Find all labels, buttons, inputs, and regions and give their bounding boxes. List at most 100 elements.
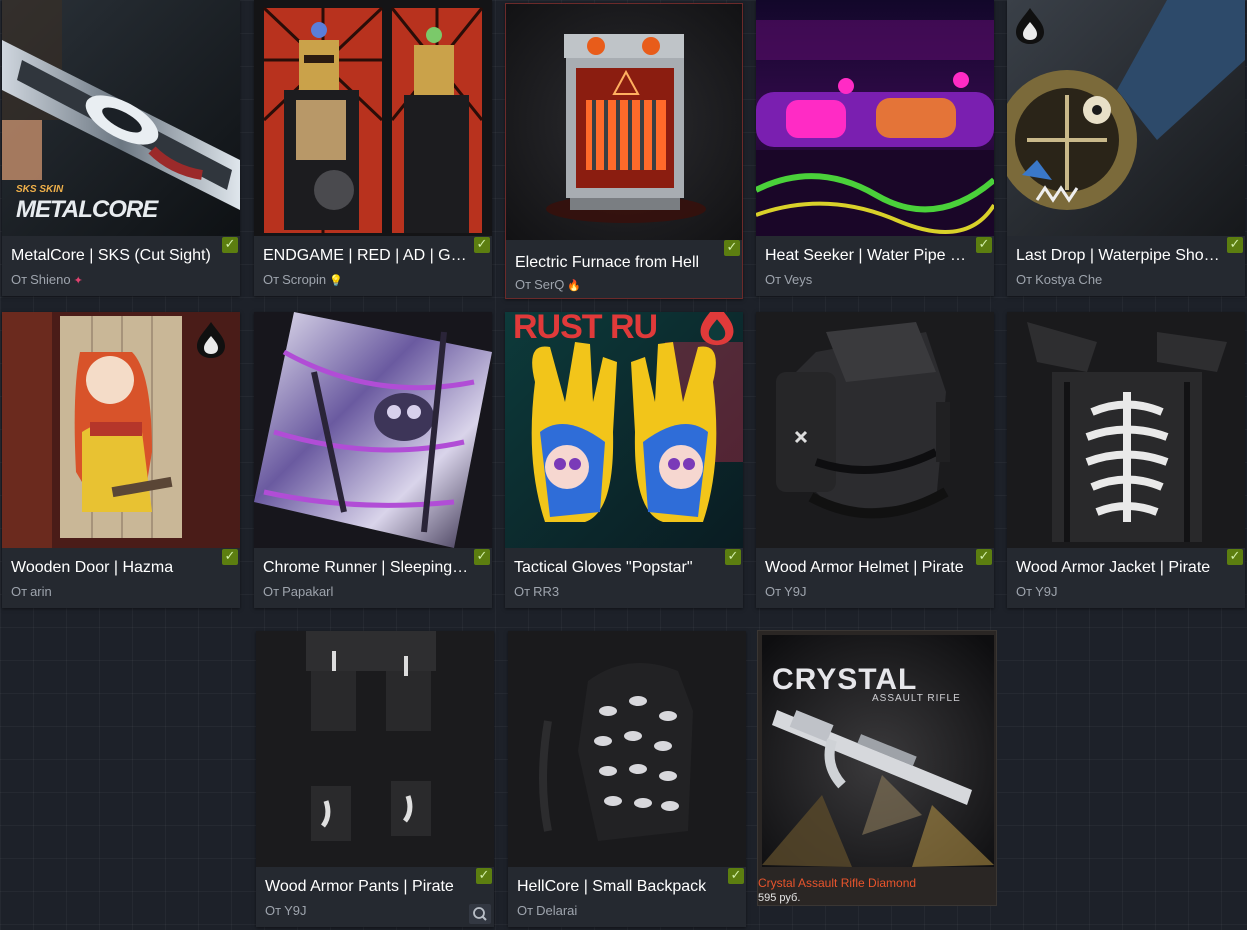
overlay-subtitle: ASSAULT RIFLE xyxy=(872,693,961,704)
author-name[interactable]: Y9J xyxy=(1035,584,1057,599)
author-badge-icon: ✦ xyxy=(73,275,83,287)
author-prefix: От xyxy=(514,584,531,599)
item-thumbnail[interactable]: SKS SKIN METALCORE xyxy=(2,0,240,236)
author-name[interactable]: Scropin xyxy=(282,272,326,287)
author-prefix: От xyxy=(517,903,534,918)
author-prefix: От xyxy=(263,272,280,287)
wood-armor-pants-image xyxy=(256,631,494,867)
author-name[interactable]: Papakarl xyxy=(282,584,333,599)
workshop-item-7[interactable]: ✓ Chrome Runner | Sleeping… От Papakarl xyxy=(254,312,492,608)
accepted-check-icon: ✓ xyxy=(222,237,238,253)
author-prefix: От xyxy=(11,272,28,287)
rust-flame-logo-icon xyxy=(1016,8,1044,44)
item-title[interactable]: Electric Furnace from Hell xyxy=(515,254,727,272)
item-thumbnail[interactable]: RUST RU xyxy=(505,312,743,548)
accepted-check-icon: ✓ xyxy=(476,868,492,884)
item-thumbnail[interactable] xyxy=(256,631,494,867)
author-name[interactable]: Delarai xyxy=(536,903,577,918)
author-name[interactable]: RR3 xyxy=(533,584,559,599)
item-title[interactable]: Wood Armor Jacket | Pirate xyxy=(1016,559,1228,577)
author-prefix: От xyxy=(765,272,782,287)
accepted-check-icon: ✓ xyxy=(222,549,238,565)
item-thumbnail[interactable] xyxy=(254,0,492,236)
workshop-item-1[interactable]: SKS SKIN METALCORE ✓ MetalCore | SKS (Cu… xyxy=(2,0,240,296)
furnace-image xyxy=(506,4,742,240)
workshop-item-3[interactable]: ✓ Electric Furnace from Hell От SerQ 🔥 xyxy=(505,3,743,299)
item-author[interactable]: От Y9J xyxy=(1016,584,1057,599)
item-thumbnail[interactable] xyxy=(2,312,240,548)
item-title[interactable]: Tactical Gloves "Popstar" xyxy=(514,559,726,577)
author-prefix: От xyxy=(263,584,280,599)
item-title[interactable]: Heat Seeker | Water Pipe … xyxy=(765,247,977,265)
overlay-title: CRYSTAL xyxy=(772,663,918,696)
workshop-item-9[interactable]: ✓ Wood Armor Helmet | Pirate От Y9J xyxy=(756,312,994,608)
endgame-image xyxy=(254,0,492,236)
lightbulb-icon: 💡 xyxy=(329,275,343,287)
item-author[interactable]: От SerQ 🔥 xyxy=(515,277,581,292)
author-name[interactable]: arin xyxy=(30,584,52,599)
item-author[interactable]: От Papakarl xyxy=(263,584,333,599)
accepted-check-icon: ✓ xyxy=(1227,549,1243,565)
accepted-check-icon: ✓ xyxy=(725,549,741,565)
workshop-item-6[interactable]: ✓ Wooden Door | Hazma От arin xyxy=(2,312,240,608)
item-author[interactable]: От Y9J xyxy=(765,584,806,599)
accepted-check-icon: ✓ xyxy=(976,237,992,253)
item-author[interactable]: От Veys xyxy=(765,272,812,287)
overlay-watermark: RUST RU xyxy=(513,312,658,346)
item-thumbnail[interactable] xyxy=(1007,0,1245,236)
workshop-item-4[interactable]: ✓ Heat Seeker | Water Pipe … От Veys xyxy=(756,0,994,296)
wood-armor-helmet-image xyxy=(756,312,994,548)
item-author[interactable]: От Scropin 💡 xyxy=(263,272,343,287)
hellcore-backpack-image xyxy=(508,631,746,867)
item-author[interactable]: От arin xyxy=(11,584,52,599)
workshop-item-12[interactable]: ✓ HellCore | Small Backpack От Delarai xyxy=(508,631,746,927)
item-title[interactable]: Chrome Runner | Sleeping… xyxy=(263,559,475,577)
author-prefix: От xyxy=(265,903,282,918)
author-name[interactable]: SerQ xyxy=(534,277,564,292)
workshop-item-8[interactable]: RUST RU ✓ Tactical Gloves "Popstar" От RR… xyxy=(505,312,743,608)
item-author[interactable]: От Delarai xyxy=(517,903,577,918)
item-author[interactable]: От Kostya Che xyxy=(1016,272,1102,287)
flame-icon: 🔥 xyxy=(567,280,582,292)
item-author[interactable]: От Y9J xyxy=(265,903,306,918)
store-item[interactable]: CRYSTAL ASSAULT RIFLE Crystal Assault Ri… xyxy=(757,630,997,906)
item-thumbnail[interactable] xyxy=(1007,312,1245,548)
store-item-name[interactable]: Crystal Assault Rifle Diamond xyxy=(758,876,916,890)
item-author[interactable]: От RR3 xyxy=(514,584,559,599)
overlay-title: METALCORE xyxy=(16,196,158,223)
workshop-item-10[interactable]: ✓ Wood Armor Jacket | Pirate От Y9J xyxy=(1007,312,1245,608)
accepted-check-icon: ✓ xyxy=(1227,237,1243,253)
accepted-check-icon: ✓ xyxy=(474,237,490,253)
item-thumbnail[interactable] xyxy=(506,4,742,240)
item-title[interactable]: ENDGAME | RED | AD | GL… xyxy=(263,247,475,265)
heat-seeker-image xyxy=(756,0,994,236)
author-name[interactable]: Kostya Che xyxy=(1035,272,1102,287)
author-prefix: От xyxy=(11,584,28,599)
author-name[interactable]: Y9J xyxy=(284,903,306,918)
author-name[interactable]: Shieno xyxy=(30,272,70,287)
author-prefix: От xyxy=(1016,584,1033,599)
magnifier-icon[interactable] xyxy=(469,904,491,924)
author-name[interactable]: Veys xyxy=(784,272,812,287)
workshop-item-2[interactable]: ✓ ENDGAME | RED | AD | GL… От Scropin 💡 xyxy=(254,0,492,296)
item-thumbnail[interactable] xyxy=(508,631,746,867)
author-name[interactable]: Y9J xyxy=(784,584,806,599)
chrome-runner-image xyxy=(254,312,492,548)
item-title[interactable]: HellCore | Small Backpack xyxy=(517,878,729,896)
item-title[interactable]: Wooden Door | Hazma xyxy=(11,559,223,577)
item-thumbnail[interactable] xyxy=(756,312,994,548)
store-item-thumbnail[interactable]: CRYSTAL ASSAULT RIFLE xyxy=(762,635,994,867)
item-thumbnail[interactable] xyxy=(254,312,492,548)
store-item-price: 595 руб. xyxy=(758,892,801,904)
author-prefix: От xyxy=(515,277,532,292)
accepted-check-icon: ✓ xyxy=(474,549,490,565)
item-title[interactable]: MetalCore | SKS (Cut Sight) xyxy=(11,247,223,265)
rust-flame-logo-icon xyxy=(197,322,225,358)
item-title[interactable]: Wood Armor Pants | Pirate xyxy=(265,878,477,896)
item-author[interactable]: От Shieno ✦ xyxy=(11,272,83,287)
item-title[interactable]: Last Drop | Waterpipe Sho… xyxy=(1016,247,1228,265)
item-title[interactable]: Wood Armor Helmet | Pirate xyxy=(765,559,977,577)
workshop-item-5[interactable]: ✓ Last Drop | Waterpipe Sho… От Kostya Ch… xyxy=(1007,0,1245,296)
workshop-item-11[interactable]: ✓ Wood Armor Pants | Pirate От Y9J xyxy=(256,631,494,927)
item-thumbnail[interactable] xyxy=(756,0,994,236)
